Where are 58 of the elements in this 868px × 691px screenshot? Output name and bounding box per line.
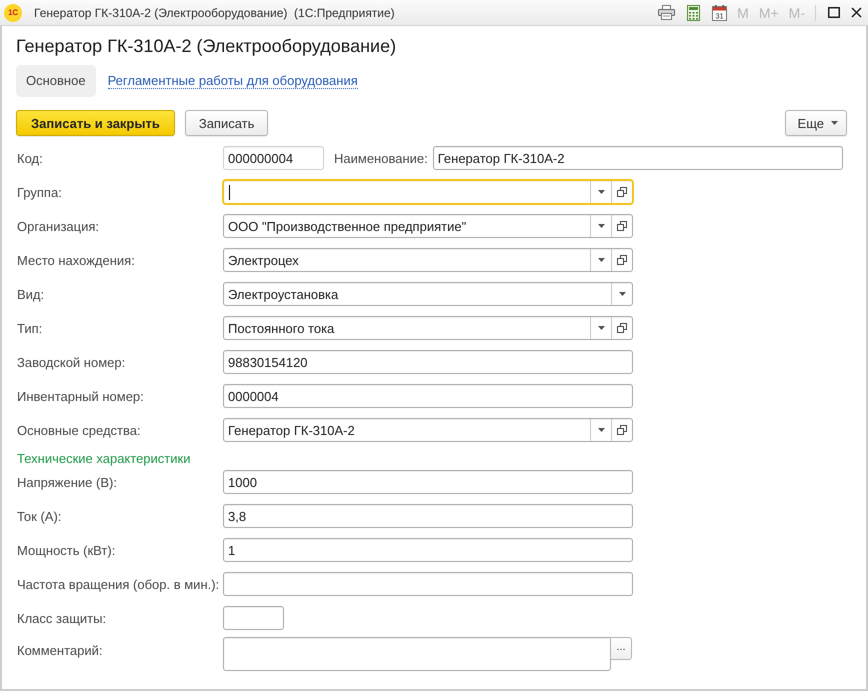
field-label: Инвентарный номер:: [17, 388, 144, 404]
caret-icon: [618, 292, 626, 296]
field-label: Комментарий:: [17, 643, 102, 658]
save-and-close-button[interactable]: Записать и закрыть: [16, 110, 175, 136]
name-field[interactable]: Генератор ГК-310А-2: [432, 146, 843, 170]
input-field[interactable]: 1000: [223, 470, 633, 494]
caret-icon: [598, 258, 604, 262]
field-label: Группа:: [17, 184, 62, 200]
field-label: Мощность (кВт):: [17, 542, 116, 558]
save-button[interactable]: Записать: [184, 110, 268, 136]
app-logo: 1С: [4, 4, 22, 22]
combo-box[interactable]: Электроцех: [223, 248, 633, 272]
close-icon[interactable]: [851, 7, 862, 18]
input-field[interactable]: [223, 572, 633, 596]
input-field[interactable]: 1: [223, 538, 633, 562]
field-label: Код:: [17, 150, 43, 166]
section-title: Технические характеристики: [17, 450, 190, 466]
combo-box[interactable]: Постоянного тока: [223, 316, 633, 340]
comment-field[interactable]: [223, 637, 611, 671]
input-field[interactable]: 98830154120: [223, 350, 633, 374]
input-field[interactable]: 3,8: [223, 504, 633, 528]
printer-icon[interactable]: [658, 5, 676, 20]
input-field[interactable]: [223, 606, 284, 630]
field-label: Класс защиты:: [17, 610, 106, 626]
tab[interactable]: Основное: [16, 65, 96, 97]
text-cursor-icon: [229, 184, 230, 200]
combo-box[interactable]: Электроустановка: [223, 282, 633, 306]
maximize-icon[interactable]: [828, 7, 840, 18]
overlapping-squares-icon: [617, 187, 627, 197]
field-label: Тип:: [17, 320, 42, 336]
caret-icon: [598, 428, 604, 432]
caret-icon: [598, 224, 604, 228]
caret-icon: [598, 190, 604, 194]
calculator-icon[interactable]: [687, 4, 700, 20]
field-label: Напряжение (В):: [17, 474, 117, 490]
field-label: Место нахождения:: [17, 252, 135, 268]
overlapping-squares-icon: [617, 323, 627, 333]
overlapping-squares-icon: [617, 221, 627, 231]
field-label: Основные средства:: [17, 422, 141, 438]
field-label: Организация:: [17, 218, 100, 234]
field-label: Заводской номер:: [17, 354, 126, 370]
caret-icon: [831, 121, 838, 125]
field-label: Частота вращения (обор. в мин.):: [17, 576, 220, 592]
form-title: Генератор ГК-310А-2 (Электрооборудование): [16, 35, 396, 57]
caret-icon: [598, 326, 604, 330]
overlapping-squares-icon: [617, 255, 627, 265]
combo-box[interactable]: Генератор ГК-310А-2: [223, 418, 633, 442]
window-title: Генератор ГК-310А-2 (Электрооборудование) (1С:Предприятие): [34, 6, 395, 20]
code-field[interactable]: 000000004: [223, 146, 324, 170]
field-label: Ток (А):: [17, 508, 62, 524]
tab-link[interactable]: Регламентные работы для оборудования: [108, 73, 358, 89]
select-button[interactable]: ...: [610, 637, 632, 660]
overlapping-squares-icon: [617, 425, 627, 435]
more-button[interactable]: Еще: [784, 110, 847, 136]
field-label: Наименование:: [334, 150, 428, 166]
field-label: Вид:: [17, 286, 44, 302]
combo-box[interactable]: ООО "Производственное предприятие": [223, 214, 633, 238]
input-field[interactable]: 0000004: [223, 384, 633, 408]
